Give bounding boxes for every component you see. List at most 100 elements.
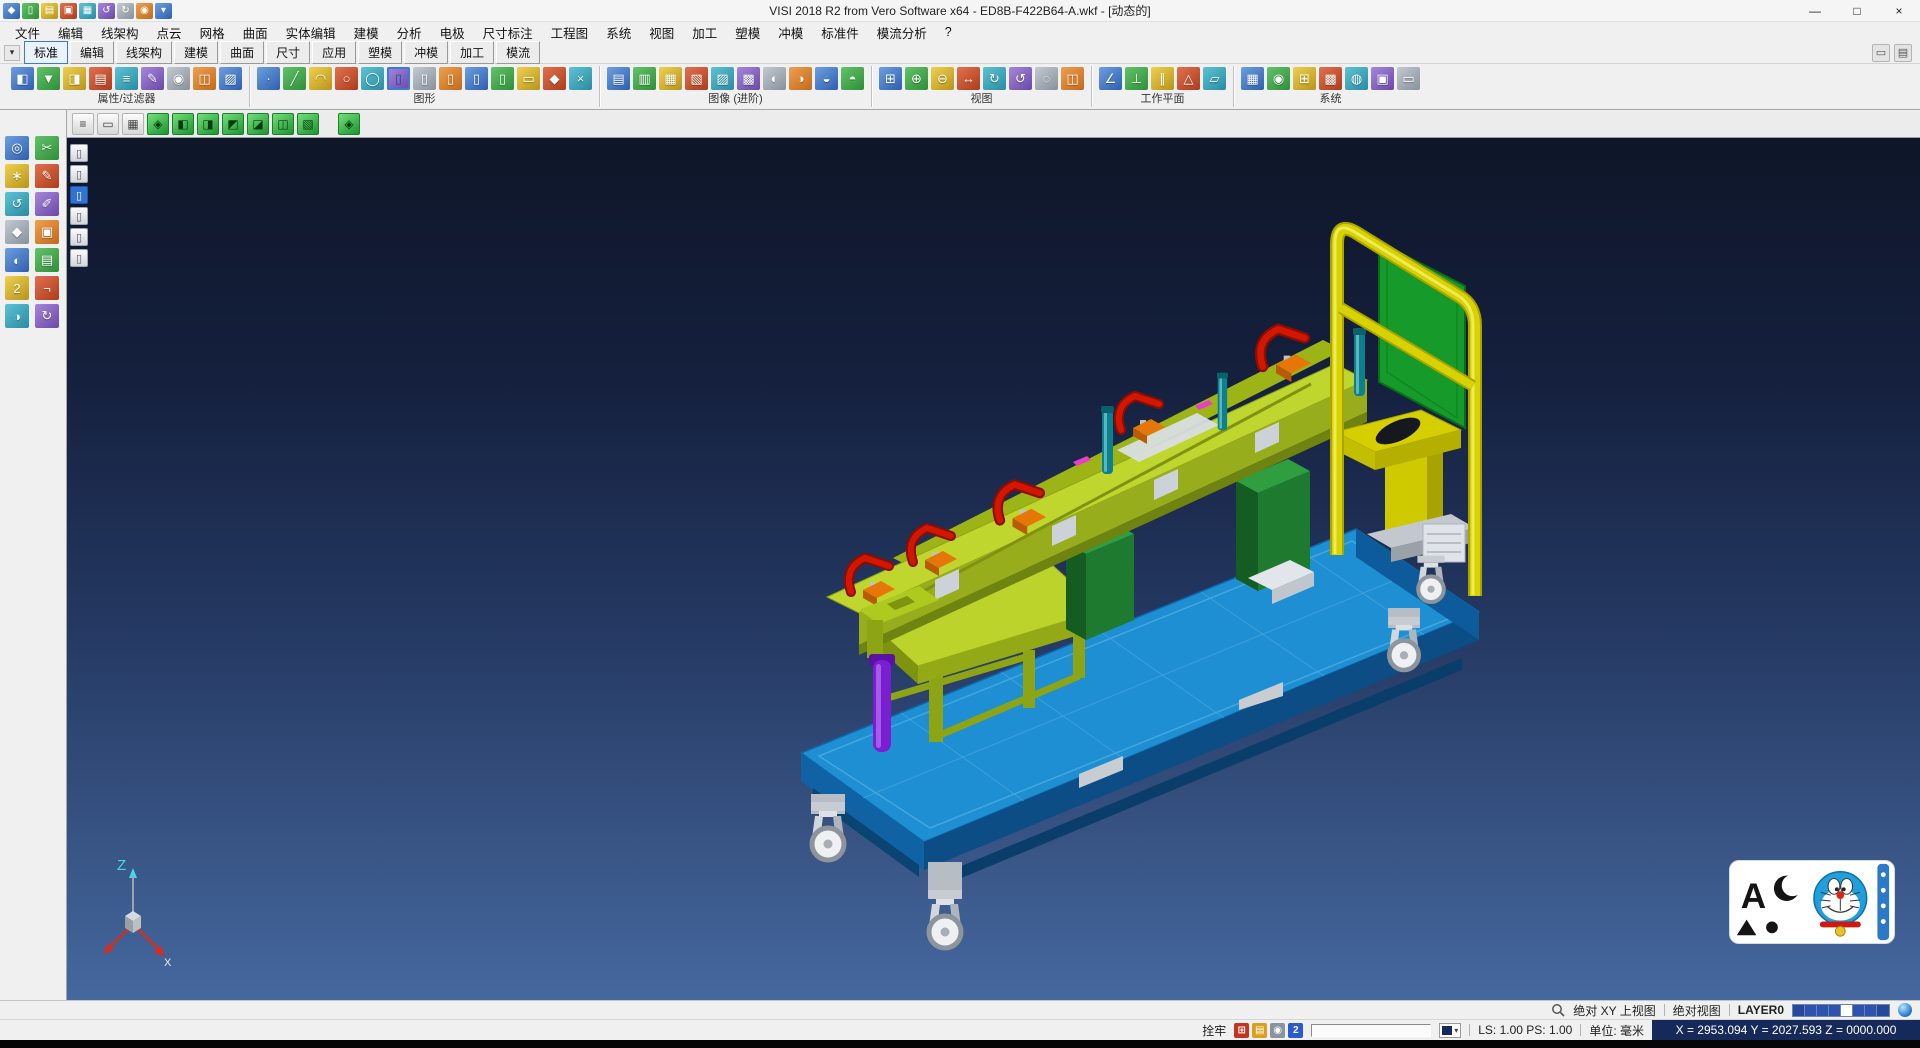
- layer-filter-icon[interactable]: ▤: [89, 67, 112, 90]
- options-icon[interactable]: ◉: [136, 3, 153, 19]
- layer-color-swatch[interactable]: [1841, 1005, 1853, 1016]
- menu-item[interactable]: 塑模: [726, 21, 769, 44]
- arc-icon[interactable]: ◠: [309, 67, 332, 90]
- solids-icon[interactable]: ◆: [5, 220, 29, 244]
- menu-item[interactable]: 标准件: [812, 21, 868, 44]
- mask-icon[interactable]: ◑: [5, 304, 29, 328]
- plane-3points-icon[interactable]: △: [1177, 67, 1200, 90]
- refresh-icon[interactable]: ↻: [35, 304, 59, 328]
- background-icon[interactable]: ◒: [815, 67, 838, 90]
- minimize-button[interactable]: —: [1794, 0, 1836, 21]
- world-icon[interactable]: ◉: [1267, 67, 1290, 90]
- filter-icon[interactable]: ▼: [37, 67, 60, 90]
- view-right-icon[interactable]: ◩: [222, 113, 244, 135]
- lasso-icon[interactable]: ↺: [5, 192, 29, 216]
- view-left-icon[interactable]: ◪: [247, 113, 269, 135]
- menu-item[interactable]: 系统: [597, 21, 640, 44]
- rectangle-icon[interactable]: ▭: [517, 67, 540, 90]
- visibility-icon[interactable]: ◉: [167, 67, 190, 90]
- clipboard-icon[interactable]: ▯: [70, 144, 88, 162]
- layer-color-swatch[interactable]: [1793, 1005, 1805, 1016]
- sheet-icon[interactable]: ▣: [35, 220, 59, 244]
- color-table-icon[interactable]: ▦: [1241, 67, 1264, 90]
- grid-settings-icon[interactable]: ⊞: [1293, 67, 1316, 90]
- view-mode-label[interactable]: 绝对视图: [1673, 1002, 1721, 1019]
- layer-color-swatch[interactable]: [1877, 1005, 1889, 1016]
- clipboard-icon[interactable]: ▯: [70, 228, 88, 246]
- workbench-tab[interactable]: 曲面: [220, 41, 264, 64]
- 3d-viewport[interactable]: ▯▯▯▯▯▯: [67, 138, 1920, 1000]
- save-file-icon[interactable]: ▣: [60, 3, 77, 19]
- document-tab-icon[interactable]: ▤: [1894, 44, 1912, 62]
- clipboard-icon[interactable]: ▯: [70, 186, 88, 204]
- menu-item[interactable]: 视图: [640, 21, 683, 44]
- grid-toggle-icon[interactable]: ▦: [122, 113, 144, 135]
- layer-color-dropdown[interactable]: ▾: [1439, 1023, 1461, 1038]
- scissors-icon[interactable]: ✂: [35, 136, 59, 160]
- cad-scene[interactable]: Z X: [67, 138, 1920, 1000]
- pan-icon[interactable]: ↔: [957, 67, 980, 90]
- shade-icon[interactable]: ◐: [5, 248, 29, 272]
- search-icon[interactable]: [1551, 1003, 1565, 1017]
- pipe-icon[interactable]: ▯: [491, 67, 514, 90]
- dropdown-arrow-icon[interactable]: ▾: [155, 3, 172, 19]
- cylinder-icon[interactable]: ▯: [387, 67, 410, 90]
- layer-color-swatch[interactable]: [1829, 1005, 1841, 1016]
- layer-color-strip[interactable]: [1792, 1004, 1890, 1017]
- menu-item[interactable]: 冲模: [769, 21, 812, 44]
- layer-color-swatch[interactable]: [1853, 1005, 1865, 1016]
- cad-model-cart[interactable]: [801, 228, 1479, 948]
- workplane-icon[interactable]: ∠: [1099, 67, 1122, 90]
- render-mode-icon[interactable]: [1898, 1003, 1912, 1017]
- plane-off-icon[interactable]: ▱: [1203, 67, 1226, 90]
- circle-icon[interactable]: ○: [335, 67, 358, 90]
- section-view-icon[interactable]: ◐: [763, 67, 786, 90]
- workbench-tab[interactable]: 加工: [450, 41, 494, 64]
- workbench-tab[interactable]: 应用: [312, 41, 356, 64]
- raster-icon[interactable]: ◍: [1345, 67, 1368, 90]
- menu-item[interactable]: 模流分析: [868, 21, 936, 44]
- help-icon[interactable]: 2: [1288, 1023, 1303, 1038]
- lighting-icon[interactable]: ◑: [789, 67, 812, 90]
- view-axonometric-icon[interactable]: ◈: [147, 113, 169, 135]
- workbench-tab[interactable]: 线架构: [116, 41, 172, 64]
- new-document-icon[interactable]: ▯: [22, 3, 39, 19]
- capsule-icon[interactable]: ▯: [413, 67, 436, 90]
- snap-grid-icon[interactable]: ⊞: [1234, 1023, 1249, 1038]
- help-2-icon[interactable]: 2: [5, 276, 29, 300]
- calculator-icon[interactable]: ▣: [1371, 67, 1394, 90]
- transparency-icon[interactable]: ▩: [737, 67, 760, 90]
- layer-color-swatch[interactable]: [1817, 1005, 1829, 1016]
- tab-dropdown-icon[interactable]: ▾: [4, 45, 20, 61]
- view-back-icon[interactable]: ◫: [272, 113, 294, 135]
- view-front-icon[interactable]: ◨: [197, 113, 219, 135]
- rendered-icon[interactable]: ▧: [685, 67, 708, 90]
- workbench-tab[interactable]: 编辑: [70, 41, 114, 64]
- snap-settings-icon[interactable]: ▩: [1319, 67, 1342, 90]
- lock-filter-icon[interactable]: ◫: [193, 67, 216, 90]
- plane-parallel-icon[interactable]: ∥: [1151, 67, 1174, 90]
- layers-icon[interactable]: ▤: [35, 248, 59, 272]
- view-orientation-label[interactable]: 绝对 XY 上视图: [1573, 1002, 1655, 1019]
- measure-icon[interactable]: ¬: [35, 276, 59, 300]
- clipboard-icon[interactable]: ▯: [70, 165, 88, 183]
- ruler-icon[interactable]: ▭: [1397, 67, 1420, 90]
- hatch-icon[interactable]: ▨: [219, 67, 242, 90]
- plane-normal-icon[interactable]: ⊥: [1125, 67, 1148, 90]
- undo-icon[interactable]: ↺: [98, 3, 115, 19]
- texture-icon[interactable]: ▨: [711, 67, 734, 90]
- previous-view-icon[interactable]: ↺: [1009, 67, 1032, 90]
- workbench-tab[interactable]: 尺寸: [266, 41, 310, 64]
- attributes-icon[interactable]: ◧: [11, 67, 34, 90]
- named-views-icon[interactable]: ◫: [1061, 67, 1084, 90]
- redo-icon[interactable]: ↻: [117, 3, 134, 19]
- line-icon[interactable]: ╱: [283, 67, 306, 90]
- active-layer-label[interactable]: LAYER0: [1738, 1003, 1784, 1017]
- view-iso-icon[interactable]: ◈: [338, 113, 360, 135]
- workbench-tab[interactable]: 标准: [24, 41, 68, 64]
- rotate-view-icon[interactable]: ↻: [983, 67, 1006, 90]
- pen-style-icon[interactable]: ✎: [141, 67, 164, 90]
- viewport-menu-icon[interactable]: ≡: [72, 113, 94, 135]
- gear-icon[interactable]: ◉: [1270, 1023, 1285, 1038]
- zoom-window-icon[interactable]: ⊞: [879, 67, 902, 90]
